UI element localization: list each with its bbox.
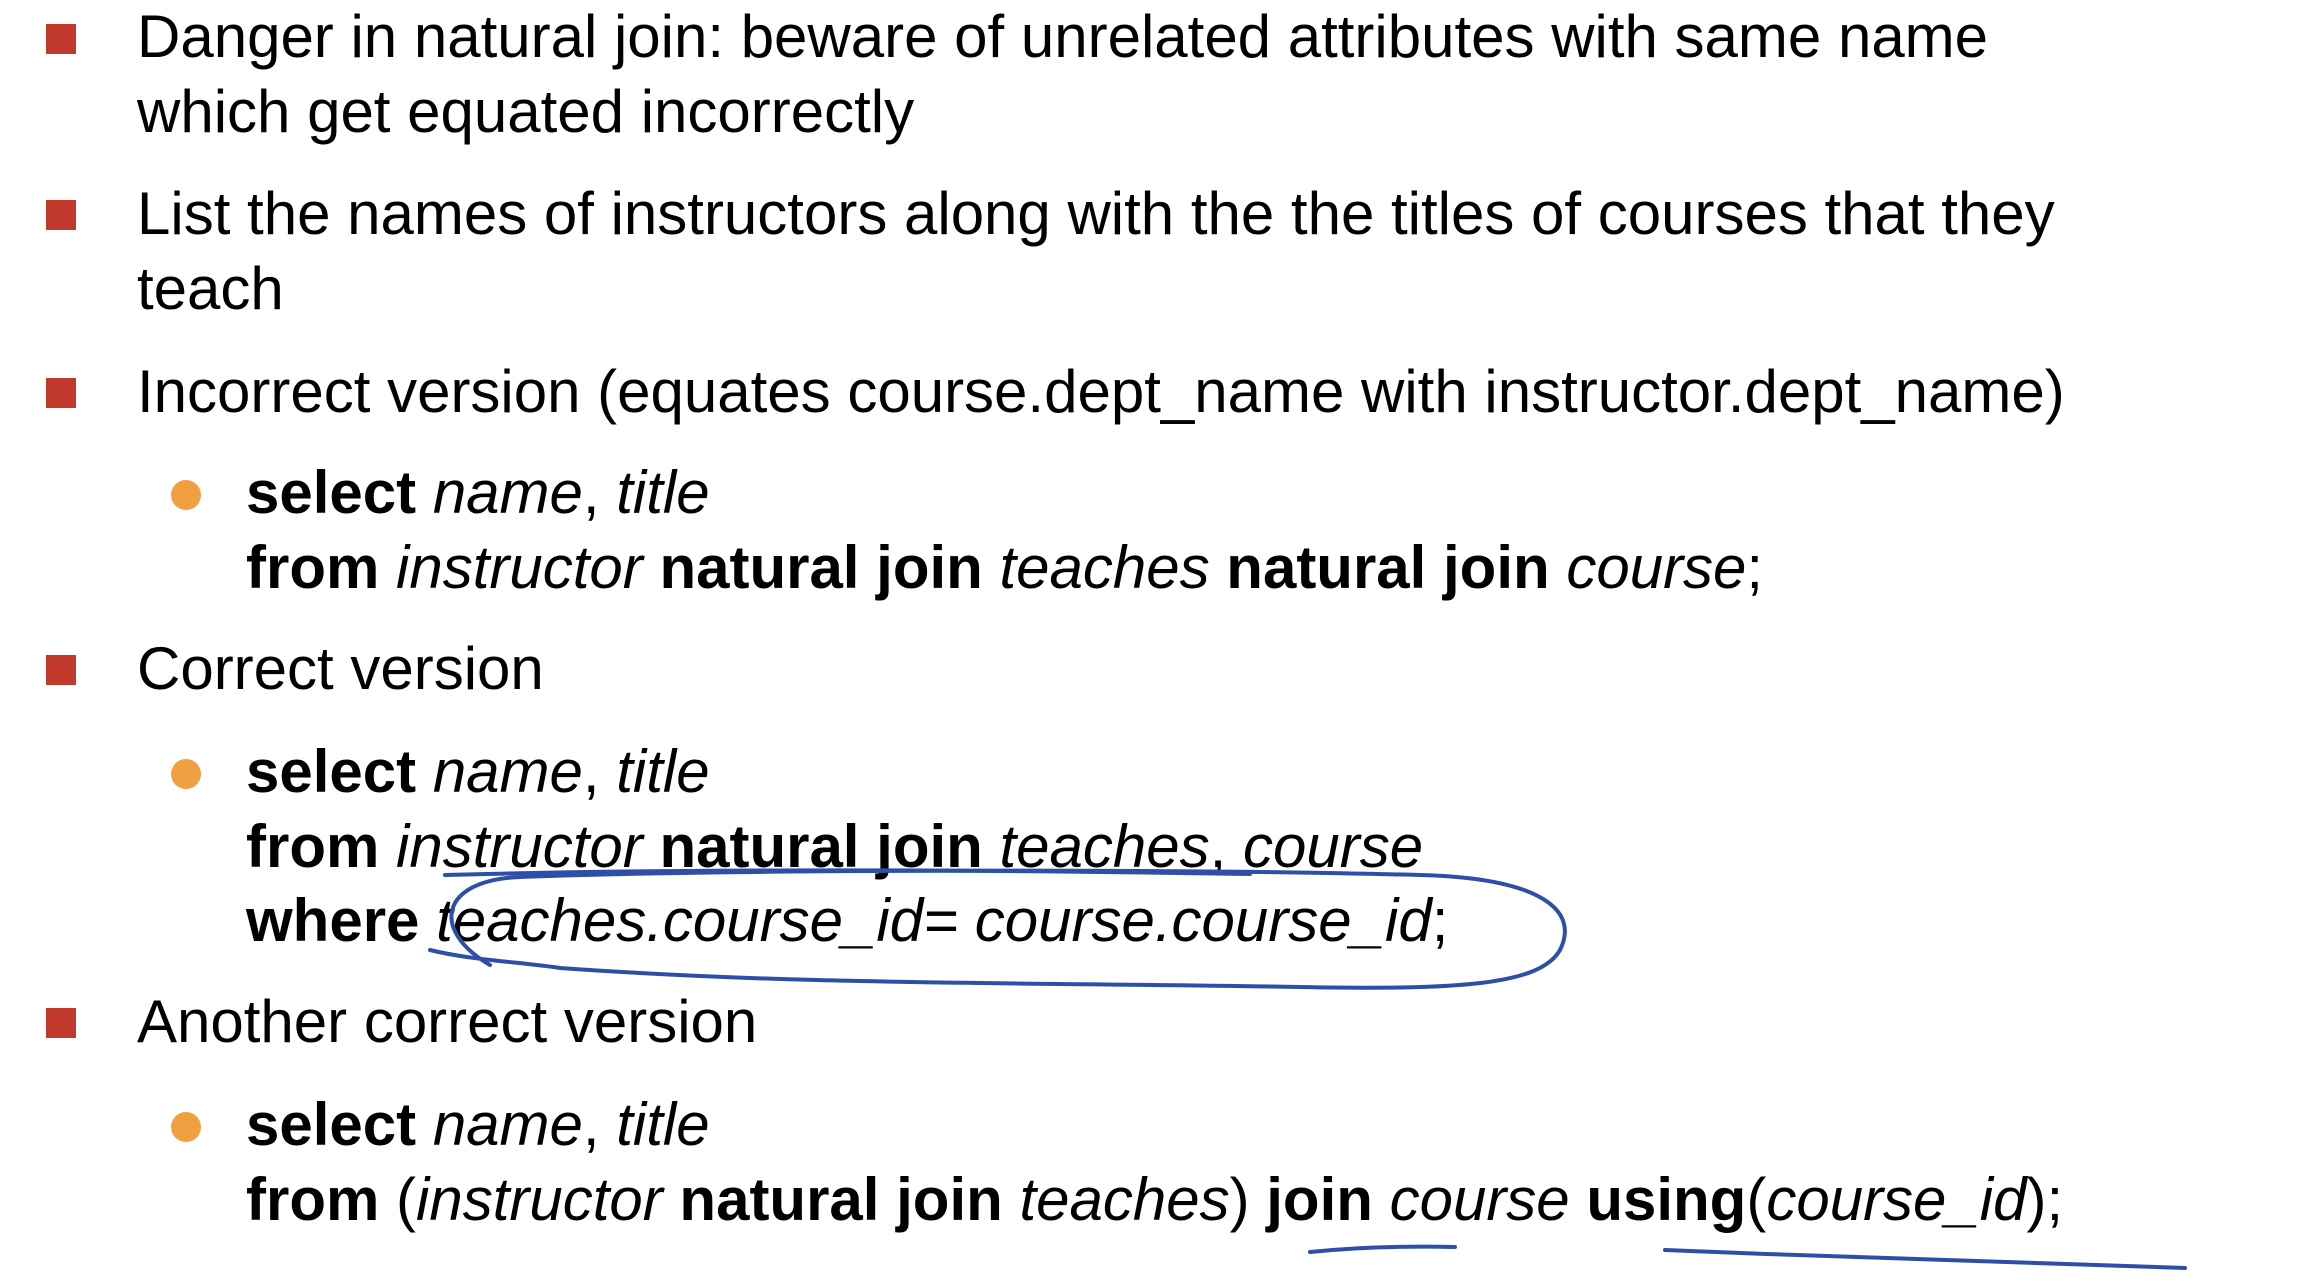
round-bullet-icon [171,759,201,789]
sql-line-from: from instructor natural join teaches nat… [246,534,1764,601]
bullet-text: which get equated incorrectly [137,78,915,145]
sql-line-select: select name, title [246,738,710,805]
bullet-text: Correct version [137,635,544,702]
round-bullet-icon [171,480,201,510]
ink-underline-using [1663,1248,2187,1270]
square-bullet-icon [46,1008,76,1038]
round-bullet-icon [171,1112,201,1142]
bullet-text: teach [137,255,284,322]
sql-line-from: from (instructor natural join teaches) j… [246,1166,2064,1233]
bullet-text: Another correct version [137,988,758,1055]
sql-line-where: where teaches.course_id= course.course_i… [246,887,1449,954]
slide: Danger in natural join: beware of unrela… [0,0,2324,1286]
sql-line-from: from instructor natural join teaches, co… [246,813,1424,880]
bullet-text: Incorrect version (equates course.dept_n… [137,358,2065,425]
square-bullet-icon [46,378,76,408]
bullet-text: List the names of instructors along with… [137,180,2055,247]
ink-underline-join [1308,1244,1457,1254]
sql-line-select: select name, title [246,1091,710,1158]
square-bullet-icon [46,200,76,230]
bullet-text: Danger in natural join: beware of unrela… [137,3,1989,70]
square-bullet-icon [46,655,76,685]
square-bullet-icon [46,24,76,54]
sql-line-select: select name, title [246,459,710,526]
